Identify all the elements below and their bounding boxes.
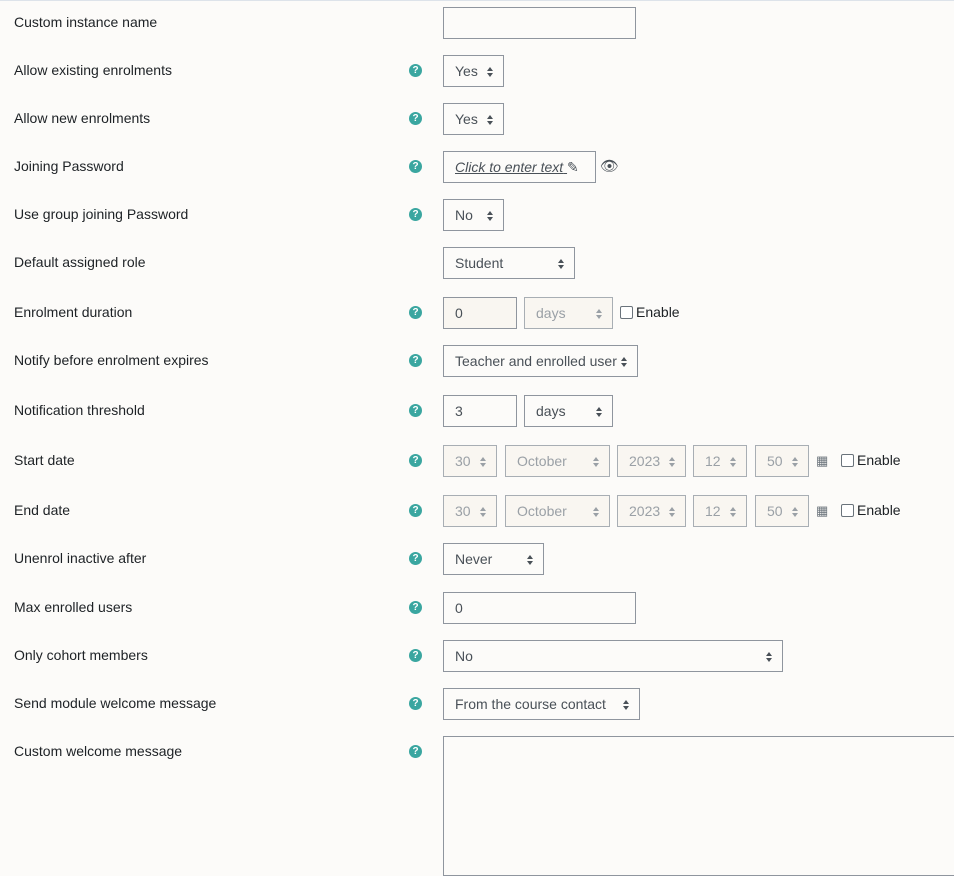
label: Send module welcome message xyxy=(14,695,217,711)
label: Unenrol inactive after xyxy=(14,550,147,566)
start-month-select[interactable]: October xyxy=(505,445,610,477)
label: Joining Password xyxy=(14,158,124,174)
group-password-select[interactable]: No xyxy=(443,199,504,231)
row-custom-welcome: Custom welcome message ? xyxy=(0,736,954,876)
row-unenrol-inactive: Unenrol inactive after ? Never xyxy=(0,543,954,577)
start-minute-select[interactable]: 50 xyxy=(755,445,809,477)
row-notify: Notify before enrolment expires ? Teache… xyxy=(0,345,954,379)
end-minute-select[interactable]: 50 xyxy=(755,495,809,527)
end-enable-checkbox[interactable] xyxy=(841,504,854,517)
duration-input[interactable]: 0 xyxy=(443,297,517,329)
welcome-message-select[interactable]: From the course contact xyxy=(443,688,640,720)
notify-select[interactable]: Teacher and enrolled user xyxy=(443,345,638,377)
allow-existing-select[interactable]: Yes xyxy=(443,55,504,87)
row-max-enrolled: Max enrolled users ? 0 xyxy=(0,592,954,626)
question-circle-icon[interactable]: ? xyxy=(409,697,422,710)
question-circle-icon[interactable]: ? xyxy=(409,404,422,417)
question-circle-icon[interactable]: ? xyxy=(409,601,422,614)
enable-label: Enable xyxy=(857,502,901,518)
label: Allow existing enrolments xyxy=(14,62,172,78)
label: Enrolment duration xyxy=(14,304,133,320)
question-circle-icon[interactable]: ? xyxy=(409,552,422,565)
row-joining-password: Joining Password ? Click to enter text ✎… xyxy=(0,151,954,185)
row-allow-existing: Allow existing enrolments ? Yes xyxy=(0,55,954,89)
question-circle-icon[interactable]: ? xyxy=(409,112,422,125)
calendar-icon[interactable]: ▦ xyxy=(816,503,828,519)
label: Max enrolled users xyxy=(14,599,133,615)
row-enrolment-duration: Enrolment duration ? 0 days Enable xyxy=(0,297,954,331)
click-to-enter-text: Click to enter text xyxy=(455,159,564,175)
start-year-select[interactable]: 2023 xyxy=(617,445,686,477)
enable-label: Enable xyxy=(636,304,680,320)
row-group-password: Use group joining Password ? No xyxy=(0,199,954,233)
duration-unit-select[interactable]: days xyxy=(524,297,613,329)
start-day-select[interactable]: 30 xyxy=(443,445,497,477)
question-circle-icon[interactable]: ? xyxy=(409,208,422,221)
eye-icon[interactable]: 👁 xyxy=(600,157,619,175)
threshold-unit-select[interactable]: days xyxy=(524,395,613,427)
custom-welcome-textarea[interactable] xyxy=(443,736,954,876)
label: Notify before enrolment expires xyxy=(14,352,209,368)
label: Use group joining Password xyxy=(14,206,189,222)
label: Allow new enrolments xyxy=(14,110,151,126)
row-allow-new: Allow new enrolments ? Yes xyxy=(0,103,954,137)
row-end-date: End date ? 30 October 2023 12 50 ▦ Enabl… xyxy=(0,495,954,529)
start-hour-select[interactable]: 12 xyxy=(693,445,747,477)
joining-password-editable[interactable]: Click to enter text ✎ xyxy=(443,151,596,183)
end-hour-select[interactable]: 12 xyxy=(693,495,747,527)
custom-instance-name-input[interactable] xyxy=(443,7,636,39)
end-day-select[interactable]: 30 xyxy=(443,495,497,527)
duration-enable-checkbox[interactable] xyxy=(620,306,633,319)
end-year-select[interactable]: 2023 xyxy=(617,495,686,527)
enable-label: Enable xyxy=(857,452,901,468)
row-cohort-only: Only cohort members ? No xyxy=(0,640,954,674)
question-circle-icon[interactable]: ? xyxy=(409,160,422,173)
pencil-icon: ✎ xyxy=(567,159,579,175)
label: Default assigned role xyxy=(14,254,146,270)
row-custom-instance-name: Custom instance name xyxy=(0,7,954,41)
question-circle-icon[interactable]: ? xyxy=(409,306,422,319)
label: Only cohort members xyxy=(14,647,148,663)
question-circle-icon[interactable]: ? xyxy=(409,504,422,517)
question-circle-icon[interactable]: ? xyxy=(409,64,422,77)
default-role-select[interactable]: Student xyxy=(443,247,575,279)
question-circle-icon[interactable]: ? xyxy=(409,454,422,467)
question-circle-icon[interactable]: ? xyxy=(409,354,422,367)
question-circle-icon[interactable]: ? xyxy=(409,745,422,758)
label: Notification threshold xyxy=(14,402,145,418)
row-start-date: Start date ? 30 October 2023 12 50 ▦ Ena… xyxy=(0,445,954,479)
label: Start date xyxy=(14,452,75,468)
label: End date xyxy=(14,502,71,518)
row-default-role: Default assigned role Student xyxy=(0,247,954,281)
start-enable-checkbox[interactable] xyxy=(841,454,854,467)
row-threshold: Notification threshold ? 3 days xyxy=(0,395,954,429)
label: Custom welcome message xyxy=(14,743,183,759)
threshold-input[interactable]: 3 xyxy=(443,395,517,427)
end-month-select[interactable]: October xyxy=(505,495,610,527)
max-enrolled-input[interactable]: 0 xyxy=(443,592,636,624)
calendar-icon[interactable]: ▦ xyxy=(816,453,828,469)
label: Custom instance name xyxy=(14,14,158,30)
cohort-only-select[interactable]: No xyxy=(443,640,783,672)
row-welcome-message: Send module welcome message ? From the c… xyxy=(0,688,954,722)
unenrol-inactive-select[interactable]: Never xyxy=(443,543,544,575)
question-circle-icon[interactable]: ? xyxy=(409,649,422,662)
allow-new-select[interactable]: Yes xyxy=(443,103,504,135)
